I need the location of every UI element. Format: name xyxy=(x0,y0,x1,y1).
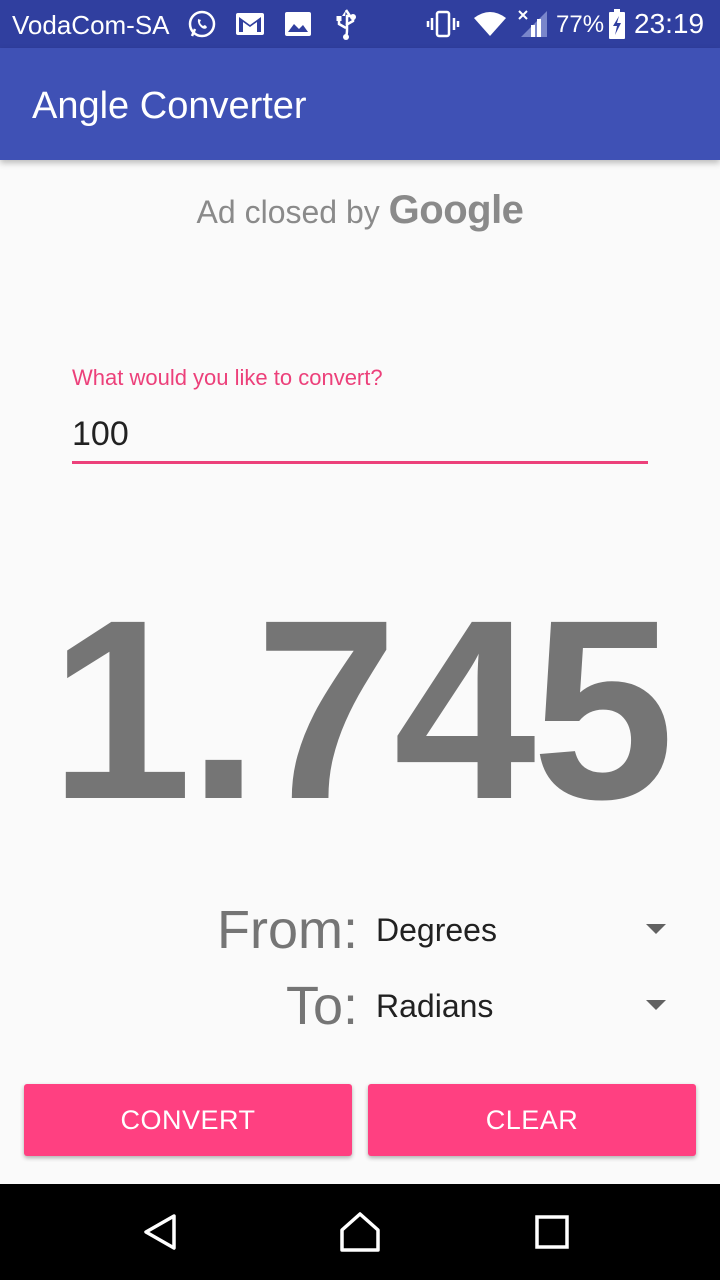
whatsapp-icon xyxy=(186,8,218,40)
image-icon xyxy=(282,8,314,40)
to-label: To: xyxy=(285,976,358,1036)
angle-input[interactable] xyxy=(72,408,648,464)
ad-closed-banner: Ad closed by Google xyxy=(0,186,720,236)
navigation-bar xyxy=(0,1184,720,1280)
gmail-icon xyxy=(234,8,266,40)
usb-icon xyxy=(330,8,362,40)
battery-percent: 77% xyxy=(556,11,605,38)
wifi-icon xyxy=(472,8,508,40)
clear-button[interactable]: CLEAR xyxy=(368,1084,696,1156)
app-bar: Angle Converter xyxy=(0,48,720,160)
carrier-name: VodaCom-SA xyxy=(12,10,170,40)
battery-charging-icon xyxy=(606,8,628,40)
vibrate-icon xyxy=(424,8,462,40)
screen: VodaCom-SA 77% 23:19 Angle Converter Ad … xyxy=(0,0,720,1280)
ad-closed-text: Ad closed by xyxy=(196,194,380,230)
from-unit-select[interactable]: Degrees xyxy=(376,900,676,960)
convert-button[interactable]: CONVERT xyxy=(24,1084,352,1156)
recents-icon[interactable] xyxy=(520,1200,584,1264)
status-bar: VodaCom-SA 77% 23:19 xyxy=(0,0,720,48)
dropdown-arrow-icon xyxy=(646,1000,666,1010)
result-value: 1.745 xyxy=(49,567,675,853)
back-icon[interactable] xyxy=(128,1200,192,1264)
google-logo: Google xyxy=(388,188,524,232)
input-label: What would you like to convert? xyxy=(72,365,383,390)
to-unit-select[interactable]: Radians xyxy=(376,976,676,1036)
from-unit-value: Degrees xyxy=(376,912,497,948)
dropdown-arrow-icon xyxy=(646,924,666,934)
to-unit-value: Radians xyxy=(376,988,494,1024)
app-title: Angle Converter xyxy=(32,85,307,127)
signal-icon xyxy=(516,8,550,40)
home-icon[interactable] xyxy=(328,1200,392,1264)
from-label: From: xyxy=(217,900,358,960)
clock: 23:19 xyxy=(634,8,705,39)
